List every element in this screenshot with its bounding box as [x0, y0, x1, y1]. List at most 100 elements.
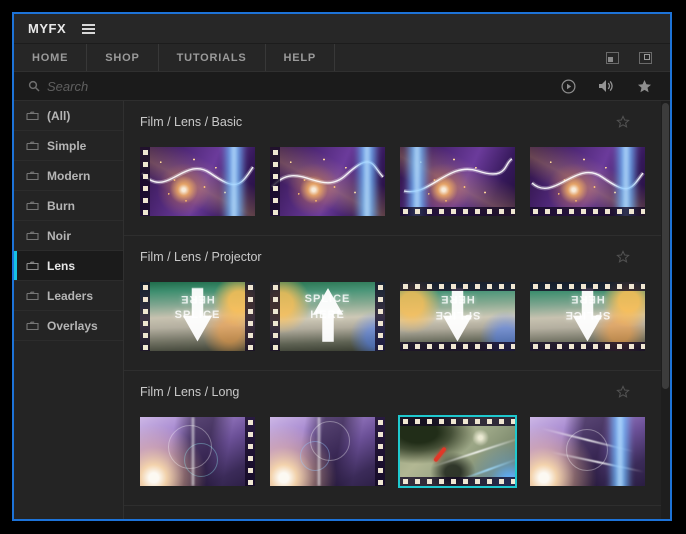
- tab-tutorials[interactable]: TUTORIALS: [159, 44, 266, 71]
- tab-home[interactable]: HOME: [14, 44, 88, 71]
- sidebar-item-modern[interactable]: Modern: [14, 161, 123, 191]
- section-star-icon[interactable]: [616, 249, 630, 264]
- folder-icon: [26, 201, 39, 210]
- sidebar-item-label: Lens: [47, 258, 76, 273]
- section-film-lens-long: Film / Lens / Long: [124, 371, 670, 506]
- sidebar: (All) Simple Modern Burn Noir Lens Leade…: [14, 101, 124, 519]
- app-window: MYFX HOME SHOP TUTORIALS HELP Search (Al…: [12, 12, 672, 521]
- titlebar: MYFX: [14, 14, 670, 43]
- folder-icon: [26, 171, 39, 180]
- film-sprockets: [400, 417, 515, 426]
- effect-thumbnail[interactable]: HERE SPLICE: [530, 282, 645, 351]
- speaker-icon[interactable]: [598, 79, 615, 93]
- effect-thumbnail[interactable]: SPLICE HERE: [270, 282, 385, 351]
- folder-icon: [26, 231, 39, 240]
- favorites-star-icon[interactable]: [637, 79, 652, 94]
- film-sprockets: [400, 342, 515, 351]
- lens-flare-ring: [300, 441, 330, 471]
- sidebar-item-burn[interactable]: Burn: [14, 191, 123, 221]
- sidebar-item-lens[interactable]: Lens: [14, 251, 123, 281]
- sidebar-item-label: Modern: [47, 168, 91, 183]
- film-sprockets: [530, 342, 645, 351]
- light-streak: [607, 417, 633, 486]
- sidebar-item-label: Burn: [47, 198, 75, 213]
- sidebar-item-leaders[interactable]: Leaders: [14, 281, 123, 311]
- film-sprockets: [245, 417, 255, 486]
- menu-icon[interactable]: [82, 23, 96, 34]
- panel-layout-top-right-icon[interactable]: [639, 51, 652, 64]
- play-circle-icon[interactable]: [561, 78, 576, 94]
- effect-thumbnail[interactable]: [530, 417, 645, 486]
- panel-layout-bottom-left-icon[interactable]: [606, 51, 619, 64]
- sidebar-item-label: Noir: [47, 228, 71, 243]
- red-object: [433, 446, 447, 463]
- effect-thumbnail[interactable]: [140, 417, 255, 486]
- effect-thumbnail[interactable]: [270, 417, 385, 486]
- folder-icon: [26, 111, 39, 120]
- film-sprockets: [400, 282, 515, 291]
- search-icon: [28, 80, 40, 92]
- sidebar-item-label: Overlays: [47, 318, 98, 333]
- sidebar-item-label: Simple: [47, 138, 87, 153]
- nav-tabs: HOME SHOP TUTORIALS HELP: [14, 44, 336, 71]
- search-toolbar: [561, 78, 656, 94]
- section-title: Film / Lens / Projector: [140, 249, 262, 264]
- folder-icon: [26, 291, 39, 300]
- film-sprockets: [400, 477, 515, 486]
- light-streak: [221, 147, 247, 216]
- section-title: Film / Lens / Basic: [140, 114, 243, 129]
- content: Film / Lens / Basic Film / Lens / Projec…: [124, 101, 670, 519]
- sidebar-item-noir[interactable]: Noir: [14, 221, 123, 251]
- thumbnail-row: [124, 147, 670, 216]
- film-sprockets: [270, 282, 280, 351]
- film-sprockets: [530, 207, 645, 216]
- light-streak: [613, 147, 639, 216]
- effect-thumbnail[interactable]: [270, 147, 385, 216]
- film-sprockets: [270, 147, 280, 216]
- scrollbar-thumb[interactable]: [662, 103, 669, 389]
- thumbnail-row: HERE SPLICE SPLICE HERE HERE: [124, 282, 670, 351]
- scrollbar-track[interactable]: [661, 101, 670, 519]
- light-streak: [354, 147, 380, 216]
- light-streak: [404, 147, 430, 216]
- effect-thumbnail[interactable]: [530, 147, 645, 216]
- effect-thumbnail[interactable]: [140, 147, 255, 216]
- film-sprockets: [530, 282, 645, 291]
- effect-thumbnail[interactable]: HERE SPLICE: [140, 282, 255, 351]
- effect-thumbnail[interactable]: HERE SPLICE: [400, 282, 515, 351]
- section-film-lens-basic: Film / Lens / Basic: [124, 101, 670, 236]
- sidebar-item-all[interactable]: (All): [14, 101, 123, 131]
- light-line: [192, 417, 194, 486]
- film-sprockets: [375, 417, 385, 486]
- tab-shop[interactable]: SHOP: [87, 44, 159, 71]
- lens-flare-ring: [184, 443, 218, 477]
- app-title: MYFX: [28, 21, 67, 36]
- folder-icon: [26, 141, 39, 150]
- nav-icons: [606, 44, 670, 71]
- thumbnail-row: [124, 417, 670, 486]
- section-film-lens-projector: Film / Lens / Projector HERE SPLICE SPL: [124, 236, 670, 371]
- effect-thumbnail-selected[interactable]: [400, 417, 515, 486]
- search-input[interactable]: [47, 78, 561, 94]
- searchbar: [14, 71, 670, 101]
- folder-icon: [26, 261, 39, 270]
- film-sprockets: [400, 207, 515, 216]
- folder-icon: [26, 321, 39, 330]
- sidebar-item-label: (All): [47, 108, 71, 123]
- effect-thumbnail[interactable]: [400, 147, 515, 216]
- film-sprockets: [375, 282, 385, 351]
- sidebar-item-overlays[interactable]: Overlays: [14, 311, 123, 341]
- light-line: [318, 417, 320, 486]
- film-sprockets: [140, 147, 150, 216]
- navbar: HOME SHOP TUTORIALS HELP: [14, 43, 670, 71]
- film-sprockets: [245, 282, 255, 351]
- sidebar-item-label: Leaders: [47, 288, 94, 303]
- film-sprockets: [140, 282, 150, 351]
- tab-help[interactable]: HELP: [266, 44, 336, 71]
- sidebar-item-simple[interactable]: Simple: [14, 131, 123, 161]
- section-star-icon[interactable]: [616, 384, 630, 399]
- main-area: (All) Simple Modern Burn Noir Lens Leade…: [14, 101, 670, 519]
- section-star-icon[interactable]: [616, 114, 630, 129]
- section-title: Film / Lens / Long: [140, 384, 240, 399]
